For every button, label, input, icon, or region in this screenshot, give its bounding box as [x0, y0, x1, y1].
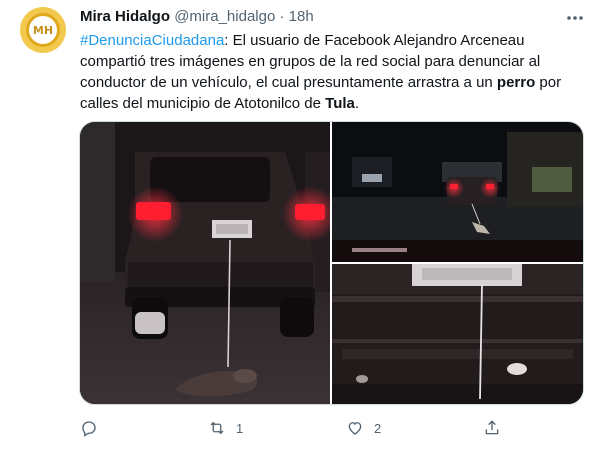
tweet-text-bold-1: perro — [496, 74, 536, 91]
meta-separator: · — [279, 8, 285, 25]
tweet-actions: 1 2 — [80, 417, 500, 439]
avatar-logo-text: MH — [32, 23, 54, 37]
tweet-text-part-3: . — [354, 95, 360, 112]
author-handle[interactable]: @mira_hidalgo — [174, 8, 275, 25]
hashtag-link[interactable]: #DenunciaCiudadana — [80, 32, 224, 49]
like-count: 2 — [374, 420, 382, 436]
tweet-header: Mira Hidalgo @mira_hidalgo · 18h — [80, 8, 314, 25]
photo-suv-rear[interactable] — [80, 122, 330, 404]
like-button[interactable]: 2 — [346, 417, 381, 439]
more-icon[interactable] — [565, 8, 585, 28]
retweet-icon — [210, 421, 224, 435]
tweet-time[interactable]: 18h — [289, 8, 314, 25]
photo-road-night[interactable] — [332, 122, 583, 262]
tweet[interactable]: MH Mira Hidalgo @mira_hidalgo · 18h #Den… — [0, 0, 601, 455]
retweet-count: 1 — [236, 420, 244, 436]
reply-icon — [82, 421, 96, 437]
photo-bumper-closeup[interactable] — [332, 264, 583, 404]
tweet-text-bold-2: Tula — [325, 95, 355, 112]
tweet-text: #DenunciaCiudadana: El usuario de Facebo… — [80, 30, 585, 114]
share-button[interactable] — [483, 417, 501, 439]
share-icon — [485, 420, 499, 435]
reply-button[interactable] — [80, 417, 108, 439]
avatar-logo: MH — [26, 13, 60, 47]
heart-icon — [348, 422, 362, 435]
avatar[interactable]: MH — [20, 7, 66, 53]
media-grid — [79, 121, 584, 405]
author-name[interactable]: Mira Hidalgo — [80, 8, 170, 25]
retweet-button[interactable]: 1 — [208, 417, 243, 439]
